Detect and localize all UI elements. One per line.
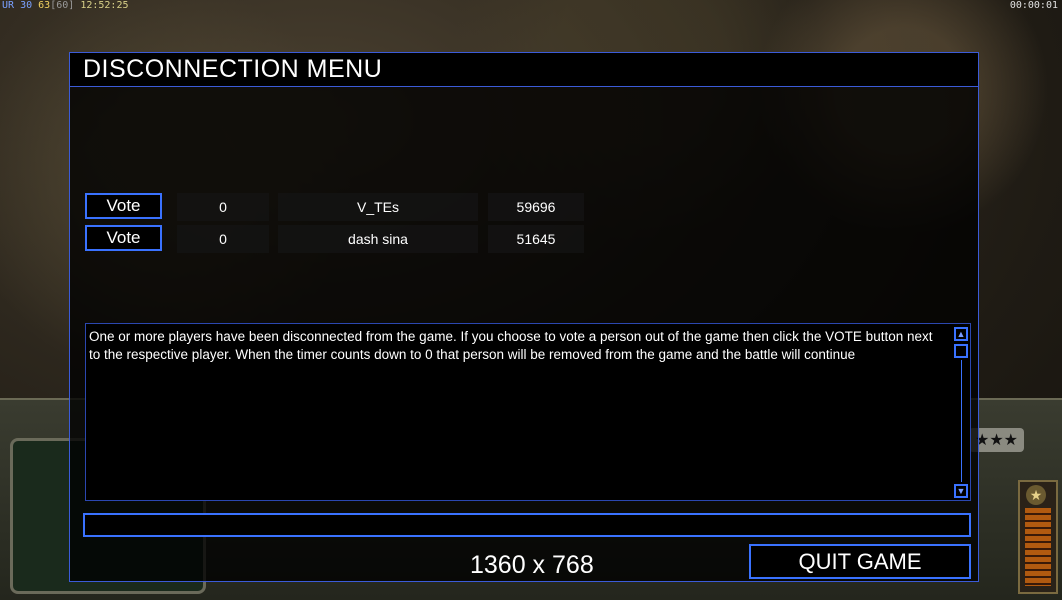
disconnection-dialog: DISCONNECTION MENU Vote 0 V_TEs 59696 Vo…: [69, 52, 979, 582]
resolution-label: 1360 x 768: [470, 551, 594, 579]
rank-bars: [1025, 508, 1051, 586]
fps-limit: [60]: [50, 0, 75, 11]
scroll-up-arrow-icon[interactable]: ▲: [954, 327, 968, 341]
vote-count: 0: [177, 193, 269, 221]
vote-count: 0: [177, 225, 269, 253]
dialog-title-bar: DISCONNECTION MENU: [70, 53, 978, 87]
game-timer: 00:00:01: [1009, 0, 1058, 11]
dialog-title: DISCONNECTION MENU: [83, 55, 383, 83]
disconnect-timer: 51645: [488, 225, 584, 253]
vote-button[interactable]: Vote: [85, 193, 162, 219]
vote-button[interactable]: Vote: [85, 225, 162, 251]
scroll-track[interactable]: [961, 360, 962, 482]
logic-fps-value: 63: [38, 0, 51, 11]
system-clock: 12:52:25: [80, 0, 129, 11]
fps-value: 30: [20, 0, 33, 11]
rank-star-icon: ★: [1026, 485, 1046, 505]
quit-game-button[interactable]: QUIT GAME: [749, 544, 971, 579]
chat-input[interactable]: [83, 513, 971, 537]
performance-overlay: UR 30 63[60] 12:52:25: [2, 0, 129, 11]
scroll-down-arrow-icon[interactable]: ▼: [954, 484, 968, 498]
ur-label: UR: [2, 0, 15, 11]
disconnect-timer: 59696: [488, 193, 584, 221]
message-text: One or more players have been disconnect…: [89, 329, 933, 362]
scroll-thumb[interactable]: [954, 344, 968, 358]
rank-meter: ★: [1018, 480, 1058, 594]
player-name: V_TEs: [278, 193, 478, 221]
player-name: dash sina: [278, 225, 478, 253]
message-box: One or more players have been disconnect…: [85, 323, 971, 501]
